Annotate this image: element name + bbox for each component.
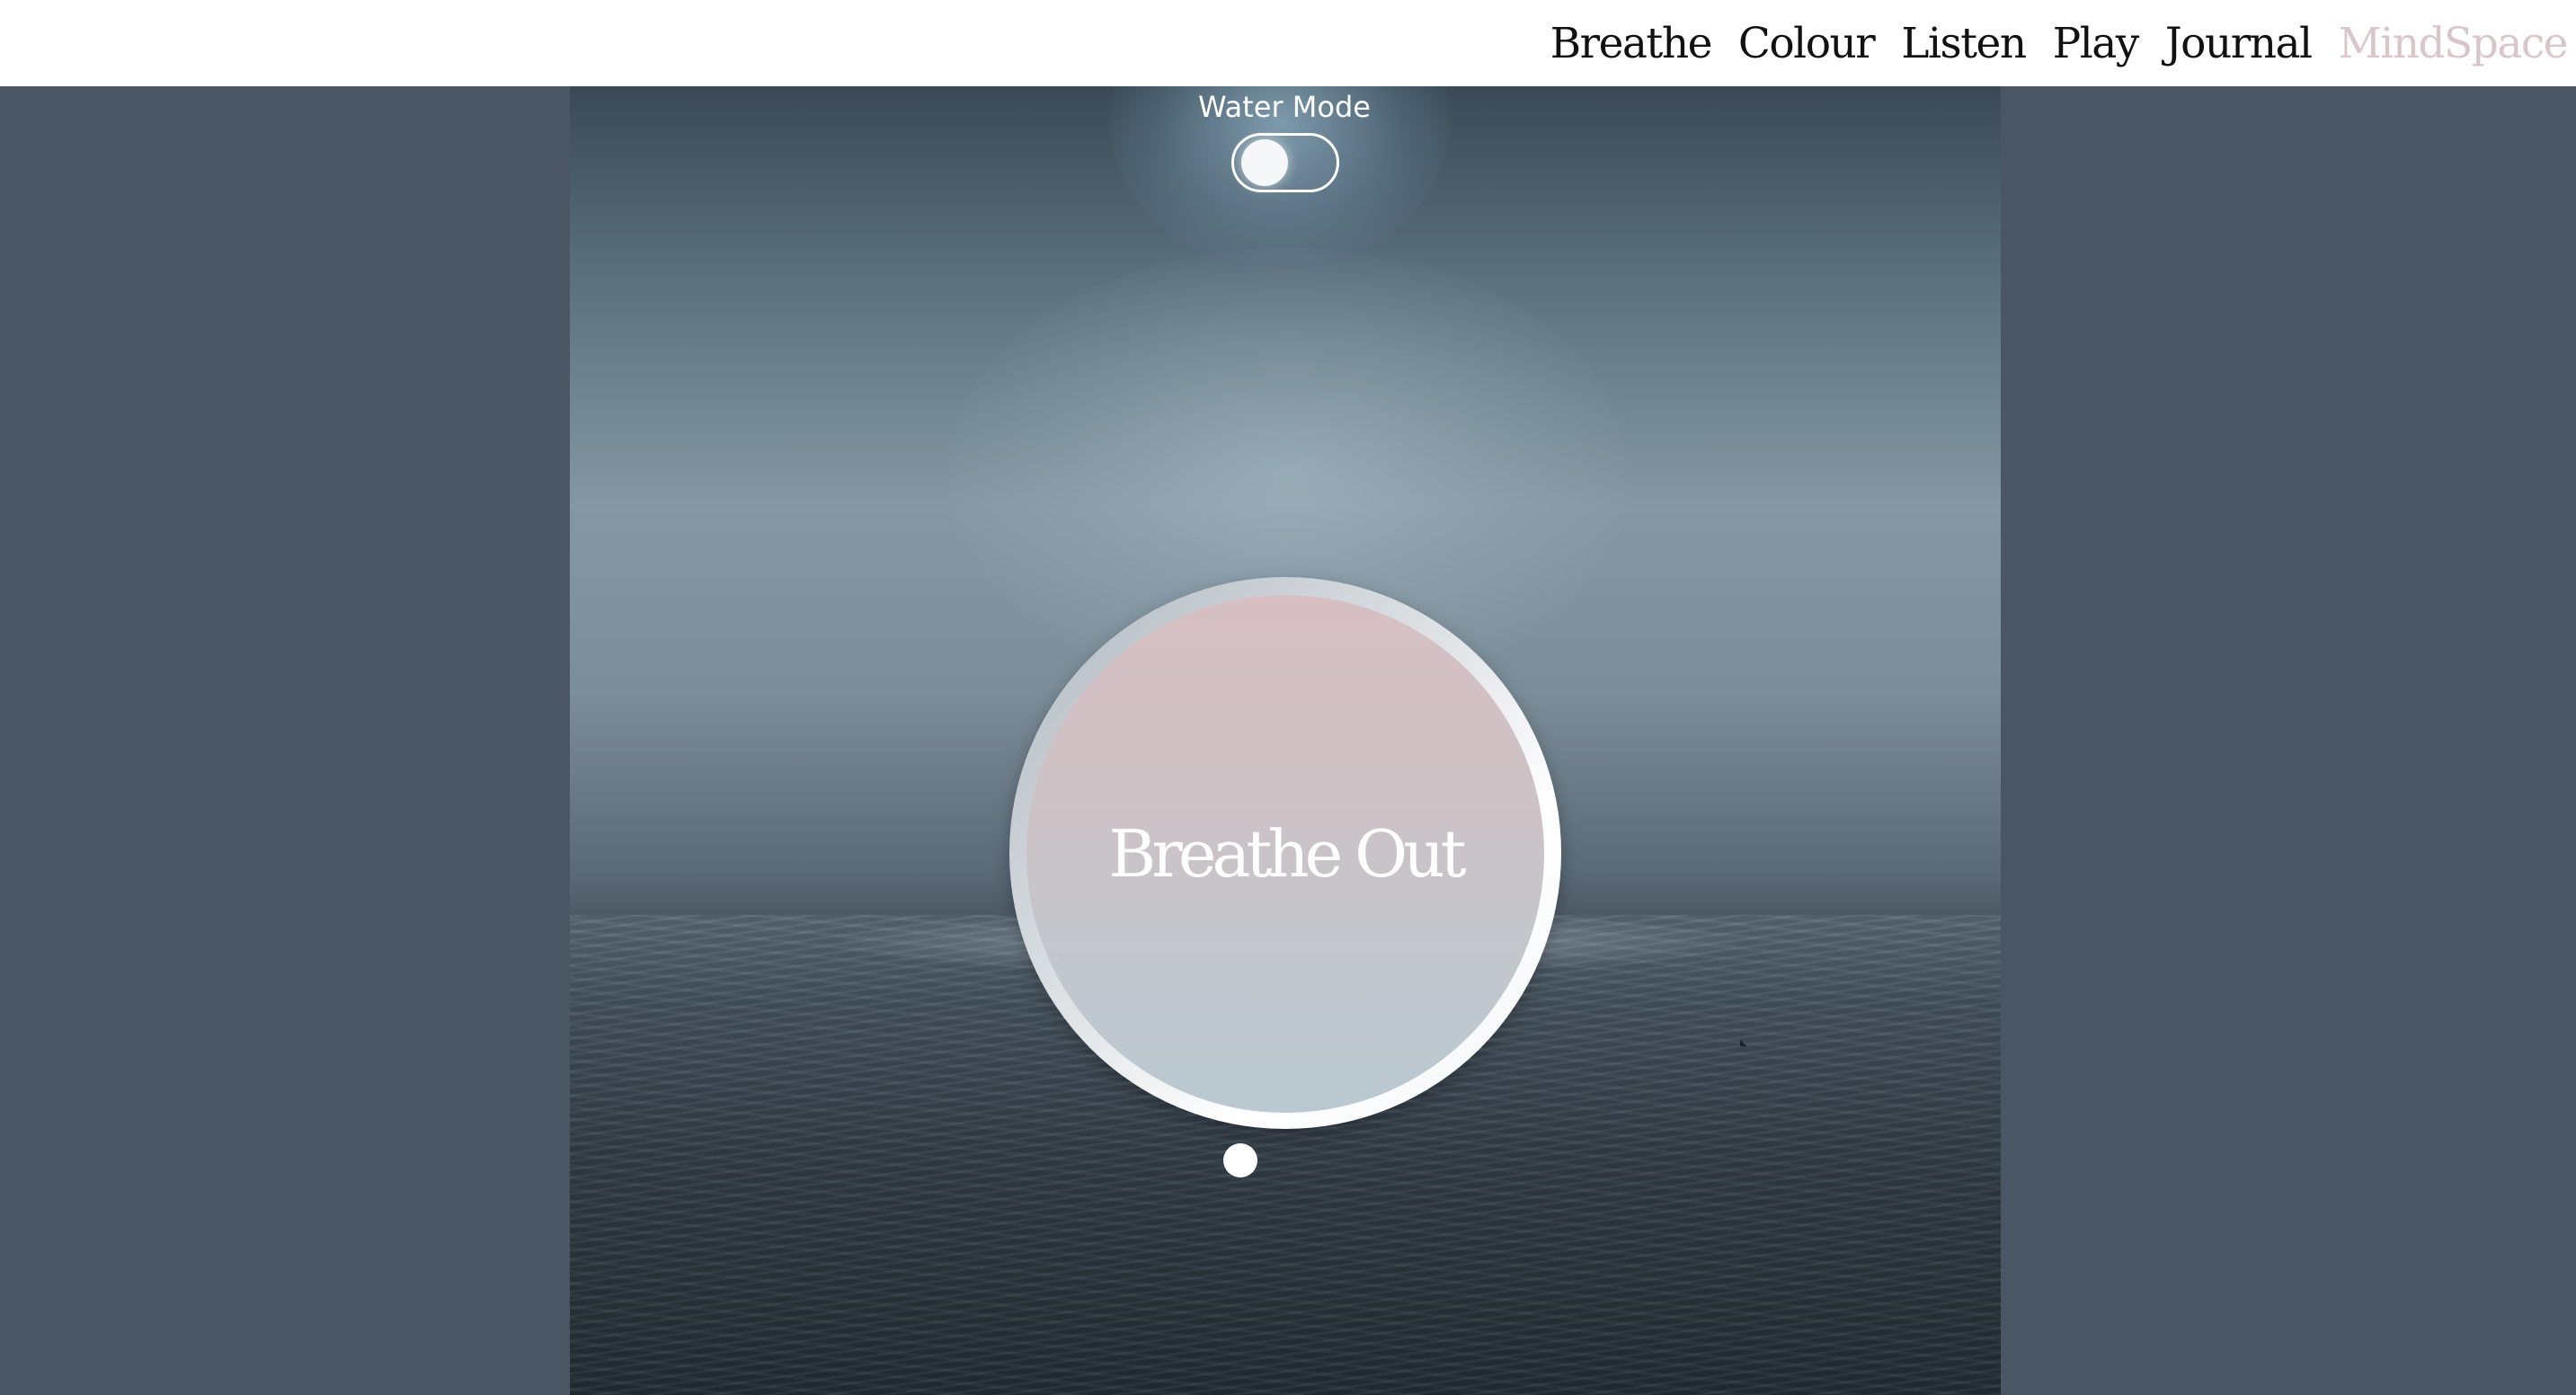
bird-silhouette: ◣ [1740, 1038, 1747, 1048]
nav-item-colour: Colour [1738, 19, 1876, 68]
brand-logo-link[interactable]: MindSpace [2339, 19, 2569, 68]
nav-link-listen[interactable]: Listen [1901, 19, 2027, 68]
top-navbar: Breathe Colour Listen Play Journal MindS… [0, 0, 2576, 86]
nav-item-play: Play [2053, 19, 2140, 68]
nav-link-journal[interactable]: Journal [2165, 19, 2313, 68]
breathing-progress-dot[interactable] [1223, 1143, 1257, 1177]
nav-item-breathe: Breathe [1550, 19, 1713, 68]
water-mode-control: Water Mode [570, 90, 2001, 192]
nav-menu: Breathe Colour Listen Play Journal MindS… [1550, 19, 2569, 68]
nav-item-journal: Journal [2165, 19, 2313, 68]
nav-link-colour[interactable]: Colour [1738, 19, 1876, 68]
nav-link-breathe[interactable]: Breathe [1550, 19, 1713, 68]
nav-item-brand: MindSpace [2339, 19, 2569, 68]
toggle-knob [1241, 139, 1288, 186]
nav-link-play[interactable]: Play [2053, 19, 2140, 68]
nav-item-listen: Listen [1901, 19, 2027, 68]
breathing-instruction: Breathe Out [1108, 816, 1467, 892]
water-mode-label: Water Mode [1198, 90, 1371, 124]
breathing-stage: ◣ Water Mode Breathe Out [570, 86, 2001, 1395]
water-mode-toggle[interactable] [1231, 133, 1339, 192]
breathing-circle: Breathe Out [1026, 595, 1544, 1113]
